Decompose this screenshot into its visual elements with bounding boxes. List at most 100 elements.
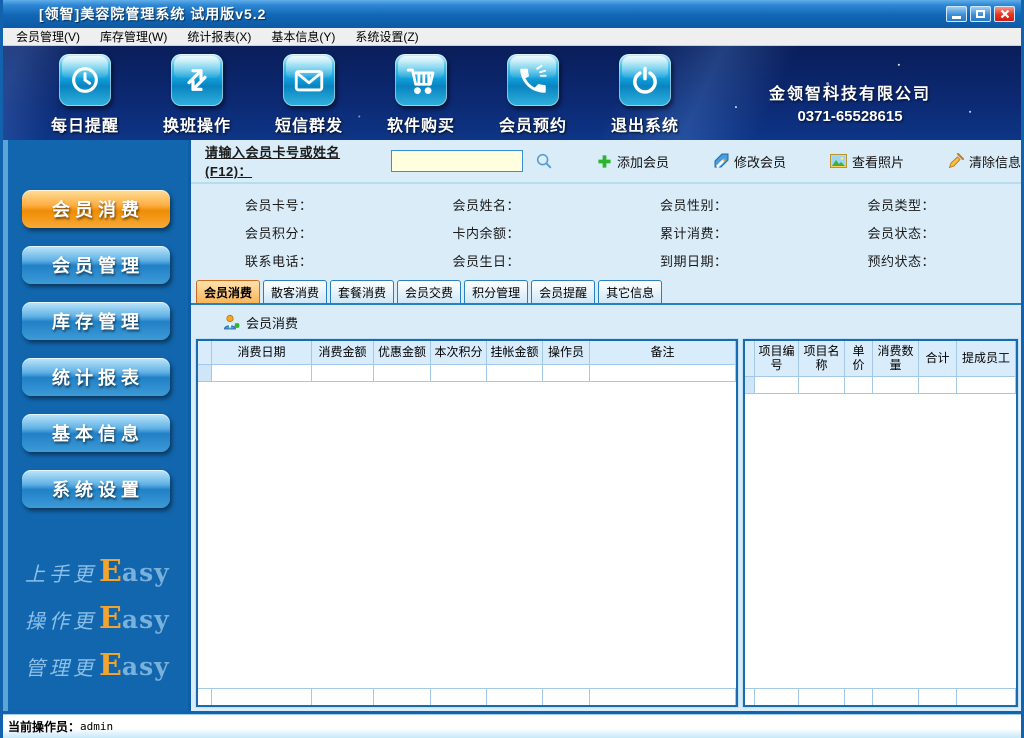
- slogans: 上手更 Easy 操作更 Easy 管理更 Easy: [3, 542, 188, 683]
- label-member-points: 会员积分：: [245, 225, 313, 241]
- col-unit-price[interactable]: 单价: [845, 341, 873, 377]
- power-icon: [619, 54, 671, 106]
- menu-bar: 会员管理(V) 库存管理(W) 统计报表(X) 基本信息(Y) 系统设置(Z): [3, 28, 1021, 46]
- sidebar-item-basic-info[interactable]: 基本信息: [21, 414, 170, 452]
- sms-broadcast-button[interactable]: 短信群发: [253, 54, 365, 136]
- clock-icon: [59, 54, 111, 106]
- slogan-line: 上手更 Easy: [25, 554, 170, 589]
- content: 请输入会员卡号或姓名(F12)： 添加会员 修改会员 查看照片 清除信息 会员卡…: [191, 140, 1021, 711]
- close-button[interactable]: [994, 6, 1015, 22]
- member-appointment-button[interactable]: 会员预约: [477, 54, 589, 136]
- swap-arrows-icon: [171, 54, 223, 106]
- col-consume-date[interactable]: 消费日期: [212, 341, 312, 365]
- company-phone: 0371-65528615: [797, 108, 903, 125]
- window-title: [领智]美容院管理系统 试用版v5.2: [39, 6, 267, 22]
- label-member-type: 会员类型：: [867, 197, 936, 213]
- current-operator-value: admin: [80, 720, 114, 733]
- menu-statistics-reports[interactable]: 统计报表(X): [178, 28, 260, 45]
- menu-basic-info[interactable]: 基本信息(Y): [262, 28, 344, 45]
- col-total[interactable]: 合计: [919, 341, 957, 377]
- row-indicator-column: [745, 341, 755, 377]
- tab-other-info[interactable]: 其它信息: [598, 280, 663, 303]
- consumption-table-header: 消费日期 消费金额 优惠金额 本次积分 挂帐金额 操作员 备注: [198, 341, 736, 365]
- col-item-number[interactable]: 项目编号: [755, 341, 799, 377]
- slogan-line: 管理更 Easy: [25, 648, 170, 683]
- search-label: 请输入会员卡号或姓名(F12)：: [205, 145, 341, 179]
- slogan-line: 操作更 Easy: [25, 601, 170, 636]
- member-info-panel: 会员卡号： 会员姓名： 会员性别： 会员类型： 会员积分： 卡内余额： 累计消费…: [191, 184, 1021, 281]
- col-remarks[interactable]: 备注: [590, 341, 736, 365]
- menu-system-settings[interactable]: 系统设置(Z): [346, 28, 427, 45]
- main-area: 会员消费 会员管理 库存管理 统计报表 基本信息 系统设置 上手更 Easy 操作…: [3, 140, 1021, 714]
- company-info: 金领智科技有限公司 0371-65528615: [769, 80, 931, 125]
- col-consume-quantity[interactable]: 消费数量: [873, 341, 919, 377]
- daily-reminder-button[interactable]: 每日提醒: [29, 54, 141, 136]
- tables-area: 消费日期 消费金额 优惠金额 本次积分 挂帐金额 操作员 备注 项目编号 项目名…: [191, 338, 1021, 711]
- empty-row[interactable]: [745, 377, 1016, 394]
- minimize-icon: [952, 16, 961, 19]
- label-member-gender: 会员性别：: [660, 197, 728, 213]
- tab-member-payment[interactable]: 会员交费: [397, 280, 462, 303]
- menu-inventory-management[interactable]: 库存管理(W): [91, 28, 176, 45]
- view-photo-button[interactable]: 查看照片: [830, 152, 904, 171]
- col-item-name[interactable]: 项目名称: [799, 341, 845, 377]
- sidebar-item-system-settings[interactable]: 系统设置: [21, 470, 170, 508]
- title-bar: [领智]美容院管理系统 试用版v5.2: [3, 0, 1021, 28]
- col-commission-staff[interactable]: 提成员工: [957, 341, 1016, 377]
- search-icon: [536, 153, 552, 169]
- col-points-this-time[interactable]: 本次积分: [431, 341, 487, 365]
- search-input[interactable]: [391, 150, 524, 172]
- label-total-consumption: 累计消费：: [660, 225, 728, 241]
- col-consume-amount[interactable]: 消费金额: [312, 341, 374, 365]
- consume-button-row: 会员消费: [191, 305, 1021, 339]
- label-appointment-status: 预约状态：: [867, 254, 936, 270]
- sidebar-item-member-management[interactable]: 会员管理: [21, 246, 170, 284]
- broom-icon: [948, 153, 965, 169]
- sidebar: 会员消费 会员管理 库存管理 统计报表 基本信息 系统设置 上手更 Easy 操作…: [3, 140, 191, 711]
- col-operator[interactable]: 操作员: [543, 341, 590, 365]
- empty-row[interactable]: [198, 365, 736, 382]
- app-window: [领智]美容院管理系统 试用版v5.2 会员管理(V) 库存管理(W) 统计报表…: [0, 0, 1024, 738]
- table-empty-area: [745, 394, 1016, 688]
- sidebar-item-member-consume[interactable]: 会员消费: [21, 190, 170, 228]
- minimize-button[interactable]: [946, 6, 967, 22]
- status-bar: 当前操作员： admin: [3, 714, 1021, 738]
- label-contact-phone: 联系电话：: [245, 254, 313, 270]
- shift-change-button[interactable]: 换班操作: [141, 54, 253, 136]
- col-credit-amount[interactable]: 挂帐金额: [487, 341, 543, 365]
- items-table-header: 项目编号 项目名称 单价 消费数量 合计 提成员工: [745, 341, 1016, 377]
- photo-icon: [830, 154, 848, 168]
- current-operator-label: 当前操作员：: [8, 720, 81, 734]
- exit-system-button[interactable]: 退出系统: [589, 54, 701, 136]
- software-purchase-button[interactable]: 软件购买: [365, 54, 477, 136]
- tab-strip: 会员消费 散客消费 套餐消费 会员交费 积分管理 会员提醒 其它信息: [191, 280, 1021, 305]
- maximize-icon: [976, 10, 985, 18]
- member-consume-button[interactable]: 会员消费: [223, 313, 298, 332]
- add-member-button[interactable]: 添加会员: [597, 152, 669, 171]
- tab-member-consume[interactable]: 会员消费: [196, 280, 261, 303]
- tab-member-reminder[interactable]: 会员提醒: [531, 280, 596, 303]
- table-footer-row: [198, 688, 736, 705]
- search-button[interactable]: [535, 152, 553, 170]
- phone-icon: [507, 54, 559, 106]
- tab-points-management[interactable]: 积分管理: [464, 280, 529, 303]
- menu-member-management[interactable]: 会员管理(V): [7, 28, 89, 45]
- company-name: 金领智科技有限公司: [769, 86, 932, 103]
- close-icon: [1000, 9, 1009, 19]
- edit-pencil-icon: [714, 153, 729, 168]
- consumption-table: 消费日期 消费金额 优惠金额 本次积分 挂帐金额 操作员 备注: [195, 338, 739, 708]
- tab-walkin-consume[interactable]: 散客消费: [263, 280, 328, 303]
- items-table: 项目编号 项目名称 单价 消费数量 合计 提成员工: [742, 338, 1019, 708]
- clear-info-button[interactable]: 清除信息: [948, 152, 1021, 171]
- maximize-button[interactable]: [970, 6, 991, 22]
- search-row: 请输入会员卡号或姓名(F12)： 添加会员 修改会员 查看照片 清除信息: [191, 140, 1021, 184]
- table-empty-area: [198, 382, 736, 688]
- sidebar-item-inventory-management[interactable]: 库存管理: [21, 302, 170, 340]
- tab-package-consume[interactable]: 套餐消费: [330, 280, 395, 303]
- label-expiry-date: 到期日期：: [660, 254, 728, 270]
- label-member-name: 会员姓名：: [452, 197, 521, 213]
- plus-icon: [598, 154, 611, 168]
- edit-member-button[interactable]: 修改会员: [713, 152, 786, 171]
- col-discount-amount[interactable]: 优惠金额: [374, 341, 431, 365]
- sidebar-item-statistics-reports[interactable]: 统计报表: [21, 358, 170, 396]
